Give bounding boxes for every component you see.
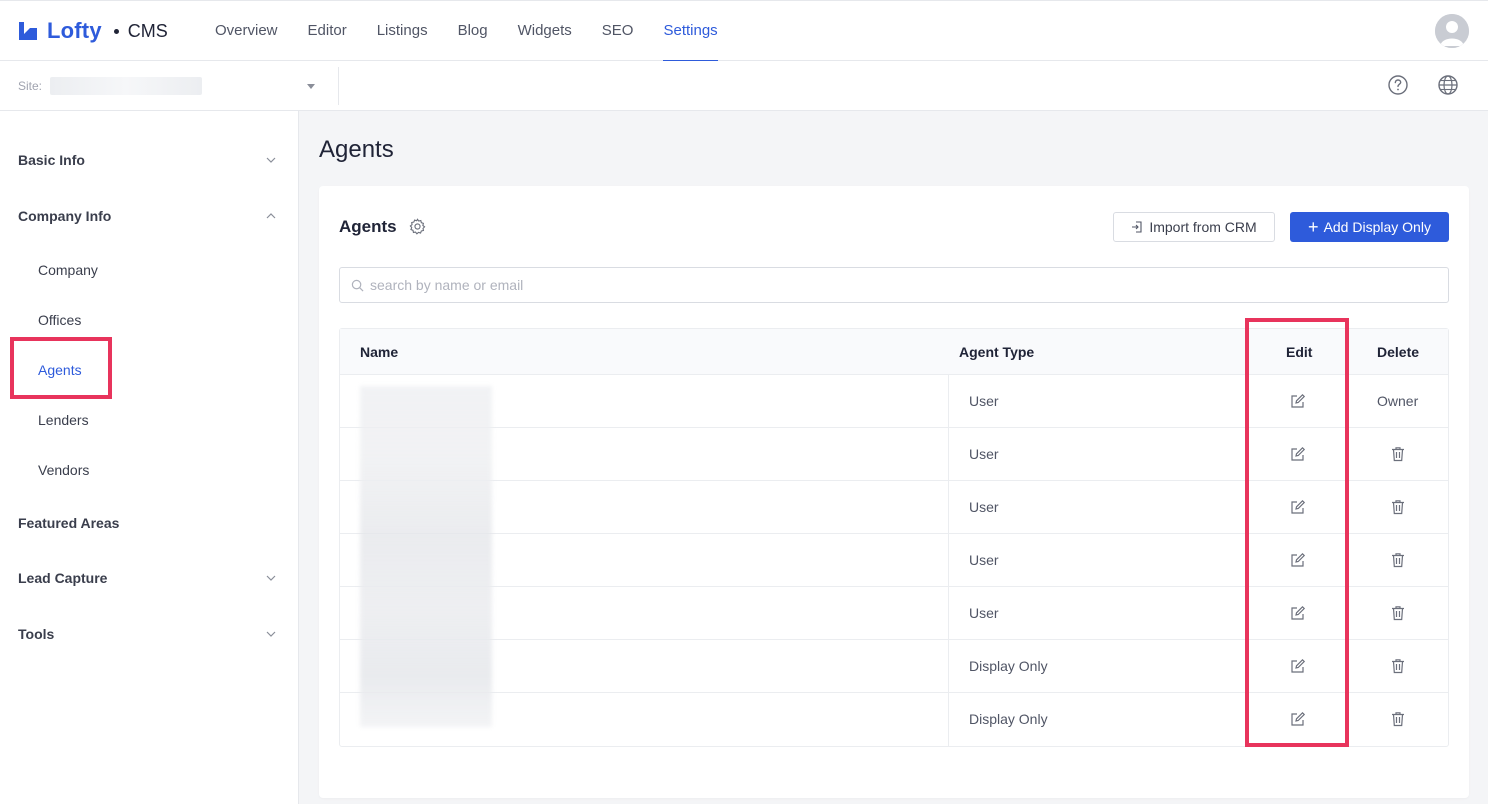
edit-icon[interactable] [1290,658,1306,674]
table-row: Display Only [340,693,1448,746]
edit-icon[interactable] [1290,393,1306,409]
brand-separator [113,28,119,34]
sidebar-group-label: Basic Info [18,152,85,168]
agents-table: Name Agent Type Edit Delete User Owner Use… [339,328,1449,747]
sidebar-group-label: Lead Capture [18,570,108,586]
sidebar-item-company[interactable]: Company [38,262,98,278]
agent-type-cell: User [969,499,999,515]
divider [338,67,339,105]
trash-icon[interactable] [1390,658,1406,674]
edit-icon[interactable] [1290,446,1306,462]
table-row: User [340,534,1448,587]
trash-icon[interactable] [1390,711,1406,727]
table-row: User [340,428,1448,481]
gear-icon[interactable] [409,218,426,235]
sidebar-group-tools[interactable]: Tools [18,626,278,642]
chevron-down-icon [266,157,276,163]
caret-down-icon[interactable] [307,84,315,89]
agent-type-cell: User [969,552,999,568]
top-navigation-bar: Lofty CMS Overview Editor Listings Blog … [0,0,1488,62]
edit-icon[interactable] [1290,552,1306,568]
agent-type-cell: Display Only [969,658,1048,674]
sidebar-group-lead-capture[interactable]: Lead Capture [18,570,278,586]
sidebar-group-label: Featured Areas [18,515,120,531]
search-box [339,267,1449,303]
import-from-crm-button[interactable]: Import from CRM [1113,212,1275,242]
language-button[interactable] [1437,74,1461,98]
agent-type-cell: User [969,393,999,409]
sidebar-item-offices[interactable]: Offices [38,312,81,328]
table-row: User [340,587,1448,640]
nav-seo[interactable]: SEO [587,1,649,61]
table-body: User Owner User User User User Display Only Dis… [340,375,1448,746]
agents-card: Agents Import from CRM + Add Display Onl… [319,186,1469,798]
user-avatar[interactable] [1435,14,1469,48]
import-button-label: Import from CRM [1149,219,1257,235]
agent-type-cell: User [969,605,999,621]
trash-icon[interactable] [1390,552,1406,568]
sidebar-group-label: Company Info [18,208,112,224]
sidebar-group-company-info[interactable]: Company Info [18,208,278,224]
card-title: Agents [339,217,397,236]
redacted-names [360,386,492,727]
product-name: CMS [127,20,168,41]
help-icon [1388,75,1408,95]
import-icon [1132,221,1142,233]
chevron-down-icon [266,631,276,637]
sidebar-item-vendors[interactable]: Vendors [38,462,89,478]
user-avatar-icon [1435,14,1469,48]
settings-sidebar: Basic Info Company Info Company Offices … [0,111,299,804]
column-header-name[interactable]: Name [360,344,398,360]
trash-icon[interactable] [1390,605,1406,621]
owner-label: Owner [1377,393,1419,409]
edit-icon[interactable] [1290,711,1306,727]
chevron-up-icon [266,213,276,219]
add-display-only-button[interactable]: + Add Display Only [1290,212,1449,242]
add-button-label: Add Display Only [1323,219,1431,235]
nav-widgets[interactable]: Widgets [503,1,587,61]
chevron-down-icon [266,575,276,581]
agent-type-cell: User [969,446,999,462]
sidebar-item-lenders[interactable]: Lenders [38,412,89,428]
trash-icon[interactable] [1390,499,1406,515]
table-row: Display Only [340,640,1448,693]
nav-editor[interactable]: Editor [293,1,362,61]
lofty-logo-icon [19,22,37,40]
plus-icon: + [1308,217,1319,237]
nav-settings[interactable]: Settings [648,1,732,62]
table-row: User Owner [340,375,1448,428]
sidebar-group-featured-areas[interactable]: Featured Areas [18,515,278,531]
table-header: Name Agent Type Edit Delete [340,329,1448,375]
brand-logo[interactable]: Lofty CMS [17,18,168,44]
edit-icon[interactable] [1290,605,1306,621]
site-select-redacted[interactable] [50,77,202,95]
sidebar-group-basic-info[interactable]: Basic Info [18,152,278,168]
trash-icon[interactable] [1390,446,1406,462]
main-nav: Overview Editor Listings Blog Widgets SE… [200,1,733,62]
sidebar-group-label: Tools [18,626,55,642]
column-header-delete: Delete [1377,344,1420,360]
table-row: User [340,481,1448,534]
column-header-agent-type[interactable]: Agent Type [959,344,1034,360]
edit-icon[interactable] [1290,499,1306,515]
site-selector-bar: Site: [0,61,1488,111]
agent-type-cell: Display Only [969,711,1048,727]
nav-listings[interactable]: Listings [362,1,443,61]
globe-icon [1438,75,1458,95]
site-label: Site: [18,79,43,93]
search-icon [351,279,364,292]
nav-blog[interactable]: Blog [443,1,503,61]
brand-name: Lofty [47,18,102,43]
search-input[interactable] [370,268,1440,302]
nav-overview[interactable]: Overview [200,1,293,61]
sidebar-item-agents[interactable]: Agents [38,362,82,378]
page-title: Agents [319,136,394,163]
help-button[interactable] [1387,74,1411,98]
column-header-edit: Edit [1286,344,1313,360]
